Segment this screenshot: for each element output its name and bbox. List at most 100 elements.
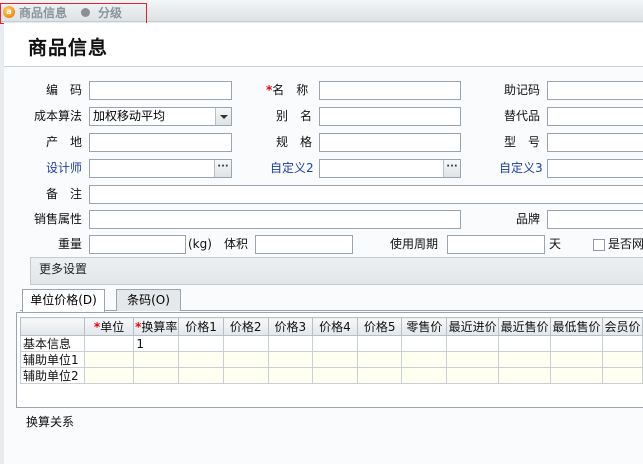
conversion-label: 换算关系 [26, 415, 75, 429]
name-field[interactable] [319, 81, 461, 100]
table-cell[interactable] [446, 351, 500, 368]
table-row[interactable]: 辅助单位2 [20, 367, 643, 384]
table-cell[interactable] [356, 335, 403, 352]
column-header[interactable]: 最低售价 [550, 317, 603, 336]
custom3-field[interactable] [547, 159, 643, 178]
unit-price-grid: *单位 *换算率 价格1 价格2 价格3 价格4 价格5 零售价 最近进价 最近… [16, 312, 643, 408]
app-logo-icon: a [3, 6, 15, 18]
column-header[interactable]: 价格5 [356, 317, 403, 336]
table-cell[interactable] [178, 335, 224, 352]
brand-field[interactable] [547, 210, 643, 229]
custom2-field[interactable]: ··· [319, 159, 461, 178]
column-header[interactable]: 价格3 [267, 317, 314, 336]
column-header[interactable]: 最近售价 [498, 317, 552, 336]
usage-period-field[interactable] [447, 235, 545, 254]
table-cell[interactable] [498, 335, 552, 352]
breadcrumb-item-category[interactable]: 分级 [98, 4, 122, 21]
table-cell[interactable]: 1 [133, 335, 180, 352]
table-cell[interactable] [601, 367, 643, 384]
table-cell[interactable] [550, 335, 603, 352]
cost-method-value: 加权移动平均 [93, 109, 166, 123]
more-settings-panel[interactable]: 更多设置 [30, 257, 643, 285]
table-cell[interactable] [401, 367, 448, 384]
weight-field[interactable] [89, 235, 186, 254]
column-header[interactable]: 会员价 [601, 317, 643, 336]
table-cell[interactable] [83, 351, 135, 368]
tab-barcode[interactable]: 条码(O) [116, 289, 181, 311]
window: { "breadcrumb": { "item1": "商品信息", "item… [0, 0, 643, 464]
code-label: 编 码 [46, 83, 83, 97]
substitute-label: 替代品 [504, 109, 541, 123]
weight-label: 重量 [58, 237, 83, 251]
substitute-field[interactable] [547, 107, 643, 126]
custom2-label[interactable]: 自定义2 [270, 159, 314, 177]
breadcrumb-separator-icon [81, 8, 90, 17]
table-cell[interactable] [312, 351, 358, 368]
tab-unit-price[interactable]: 单位价格(D) [22, 289, 105, 312]
breadcrumb-item-product-info[interactable]: 商品信息 [19, 4, 67, 21]
table-cell[interactable] [601, 335, 643, 352]
is-network-label: 是否网 [608, 237, 643, 251]
table-cell[interactable] [312, 335, 358, 352]
table-cell[interactable] [356, 367, 403, 384]
table-row[interactable]: 辅助单位1 [20, 351, 643, 368]
volume-field[interactable] [255, 235, 353, 254]
column-header[interactable]: 最近进价 [446, 317, 500, 336]
ellipsis-icon[interactable]: ··· [443, 160, 460, 177]
table-cell[interactable] [222, 367, 269, 384]
column-header[interactable]: 价格2 [222, 317, 269, 336]
mnemonic-field[interactable] [547, 81, 643, 100]
table-cell[interactable] [83, 367, 135, 384]
table-cell[interactable] [222, 351, 269, 368]
table-row[interactable]: 基本信息 1 [20, 335, 643, 352]
designer-field[interactable]: ··· [89, 159, 232, 178]
remark-field[interactable] [89, 185, 643, 204]
column-header-unit[interactable]: *单位 [83, 317, 135, 336]
custom3-label[interactable]: 自定义3 [499, 159, 543, 177]
column-header-rate[interactable]: *换算率 [133, 317, 180, 336]
ellipsis-icon[interactable]: ··· [214, 160, 231, 177]
table-cell[interactable] [312, 367, 358, 384]
table-cell[interactable] [446, 335, 500, 352]
table-cell[interactable] [267, 335, 314, 352]
table-cell[interactable] [178, 367, 224, 384]
code-field[interactable] [89, 81, 232, 100]
table-cell[interactable] [401, 351, 448, 368]
product-form: 编 码 *名 称 助记码 成本算法 加权移动平均 别 名 替代品 产 地 规 格… [4, 67, 643, 464]
table-header-row: *单位 *换算率 价格1 价格2 价格3 价格4 价格5 零售价 最近进价 最近… [20, 317, 643, 336]
table-cell[interactable] [498, 367, 552, 384]
column-header[interactable]: 零售价 [401, 317, 448, 336]
mnemonic-label: 助记码 [504, 83, 541, 97]
column-header[interactable]: 价格1 [178, 317, 224, 336]
more-settings-label: 更多设置 [39, 262, 88, 276]
table-cell[interactable] [133, 367, 180, 384]
table-cell[interactable] [178, 351, 224, 368]
sales-attr-field[interactable] [89, 210, 461, 229]
table-cell[interactable] [601, 351, 643, 368]
spec-field[interactable] [319, 133, 461, 152]
is-network-checkbox[interactable] [593, 239, 605, 251]
table-cell[interactable] [401, 335, 448, 352]
origin-field[interactable] [89, 133, 232, 152]
table-cell[interactable] [267, 351, 314, 368]
column-header[interactable]: 价格4 [312, 317, 358, 336]
remark-label: 备 注 [46, 187, 83, 201]
table-cell[interactable] [83, 335, 135, 352]
table-cell[interactable] [222, 335, 269, 352]
cost-method-select[interactable]: 加权移动平均 [89, 107, 232, 126]
table-cell[interactable] [550, 367, 603, 384]
breadcrumb-bar: a 商品信息 分级 [0, 0, 643, 24]
table-cell[interactable] [356, 351, 403, 368]
table-cell[interactable] [133, 351, 180, 368]
model-field[interactable] [547, 133, 643, 152]
designer-label[interactable]: 设计师 [46, 159, 82, 177]
alias-label: 别 名 [276, 109, 313, 123]
table-cell[interactable] [550, 351, 603, 368]
chevron-down-icon[interactable] [215, 108, 231, 125]
volume-label: 体积 [224, 237, 249, 251]
table-cell[interactable] [446, 367, 500, 384]
table-cell[interactable] [267, 367, 314, 384]
table-cell[interactable] [498, 351, 552, 368]
model-label: 型 号 [504, 135, 541, 149]
alias-field[interactable] [319, 107, 461, 126]
